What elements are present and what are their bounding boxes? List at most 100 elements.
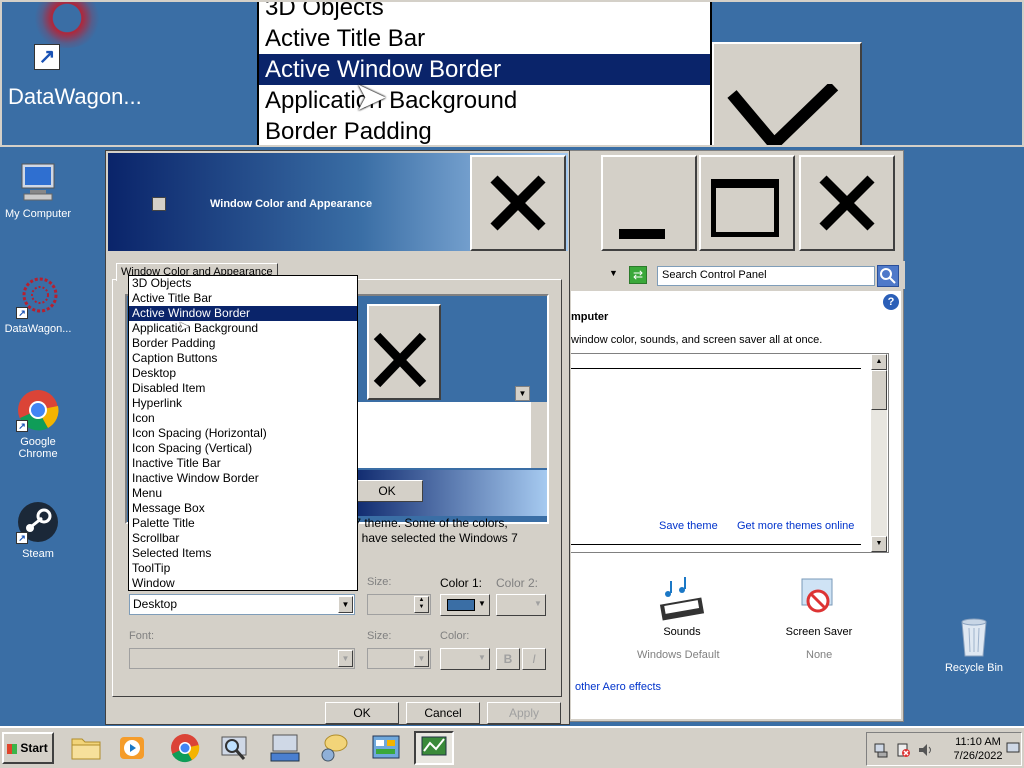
system-tray: 11:10 AM 7/26/2022	[866, 732, 1022, 766]
color1-swatch	[447, 599, 475, 611]
taskbar-keyboard-button[interactable]	[265, 731, 305, 765]
aero-effects-link[interactable]: other Aero effects	[575, 681, 661, 693]
desktop-icon-my-computer[interactable]: My Computer	[0, 160, 76, 220]
close-button[interactable]	[799, 155, 895, 251]
desktop-icon-datawagon[interactable]: ↗ DataWagon...	[0, 275, 76, 335]
start-label: Start	[20, 741, 48, 755]
desktop-icon-recycle-bin[interactable]: Recycle Bin	[936, 614, 1012, 674]
recycle-bin-icon	[952, 614, 996, 658]
desktop-icon-label: Recycle Bin	[944, 662, 1004, 674]
dropdown-option[interactable]: Desktop	[129, 366, 357, 381]
taskbar-search-app-button[interactable]	[214, 731, 254, 765]
dropdown-option[interactable]: Message Box	[129, 501, 357, 516]
taskbar-chrome-button[interactable]	[165, 731, 205, 765]
taskbar-narrator-button[interactable]	[314, 731, 354, 765]
on-screen-keyboard-icon	[270, 734, 300, 762]
magnified-list-item: 3D Objects	[265, 0, 384, 21]
sounds-label: Sounds	[663, 626, 701, 638]
dropdown-option[interactable]: Active Title Bar	[129, 291, 357, 306]
magnified-list-item: Application Background	[265, 87, 518, 114]
dropdown-option[interactable]: Window	[129, 576, 357, 591]
item-select[interactable]: Desktop ▼	[129, 594, 355, 615]
show-desktop-button[interactable]	[1006, 734, 1020, 762]
start-button[interactable]: Start	[2, 732, 54, 764]
network-icon[interactable]	[873, 742, 889, 758]
font-color-picker: ▼	[440, 648, 490, 670]
magnified-item-list: 3D Objects Active Title Bar Active Windo…	[257, 0, 712, 145]
computer-icon	[16, 160, 60, 204]
address-dropdown-arrow-icon[interactable]: ▼	[609, 268, 618, 278]
dropdown-option[interactable]: Icon	[129, 411, 357, 426]
maximize-button[interactable]	[699, 155, 795, 251]
dropdown-option[interactable]: Palette Title	[129, 516, 357, 531]
refresh-button[interactable]: ⇄	[629, 266, 647, 284]
dropdown-option-selected[interactable]: Active Window Border	[129, 306, 357, 321]
page-subtitle: window color, sounds, and screen saver a…	[571, 334, 823, 346]
bold-button: B	[496, 648, 520, 670]
desktop-icon-google-chrome[interactable]: ↗ Google Chrome	[0, 388, 76, 460]
italic-button: I	[522, 648, 546, 670]
dropdown-option[interactable]: 3D Objects	[129, 276, 357, 291]
windows-logo-icon	[7, 743, 17, 754]
ok-button[interactable]: OK	[325, 702, 399, 724]
chevron-down-icon: ▼	[478, 599, 486, 608]
search-input[interactable]: Search Control Panel	[657, 266, 875, 286]
chevron-down-icon: ▼	[338, 650, 353, 667]
cancel-button[interactable]: Cancel	[406, 702, 480, 724]
dropdown-option[interactable]: Caption Buttons	[129, 351, 357, 366]
dropdown-option[interactable]: Disabled Item	[129, 381, 357, 396]
taskbar-media-player-button[interactable]	[112, 731, 152, 765]
control-panel-content: ? mputer window color, sounds, and scree…	[571, 291, 901, 719]
minimize-button[interactable]	[601, 155, 697, 251]
folder-icon	[71, 738, 101, 760]
item-select-value: Desktop	[133, 597, 178, 611]
dropdown-option[interactable]: Scrollbar	[129, 531, 357, 546]
sounds-item[interactable]: Sounds	[647, 575, 717, 638]
dropdown-option[interactable]: Icon Spacing (Vertical)	[129, 441, 357, 456]
desktop-icon-label: DataWagon...	[4, 323, 72, 335]
vertical-scrollbar[interactable]: ▲ ▼	[871, 354, 887, 552]
desktop-icon-label: My Computer	[4, 208, 72, 220]
dropdown-option[interactable]: Menu	[129, 486, 357, 501]
color1-picker[interactable]: ▼	[440, 594, 490, 616]
dropdown-option[interactable]: Inactive Window Border	[129, 471, 357, 486]
get-more-themes-link[interactable]: Get more themes online	[737, 520, 854, 532]
font-select: ▼	[129, 648, 355, 669]
dropdown-option[interactable]: Inactive Title Bar	[129, 456, 357, 471]
taskbar-personalization-button[interactable]	[414, 731, 454, 765]
maximize-icon	[711, 179, 779, 237]
taskbar-explorer-button[interactable]	[66, 731, 106, 765]
action-center-icon[interactable]	[895, 742, 911, 758]
theme-list: Save theme Get more themes online ▲ ▼	[571, 353, 889, 553]
scroll-thumb[interactable]	[871, 370, 887, 410]
item-dropdown-list[interactable]: 3D Objects Active Title Bar Active Windo…	[128, 275, 358, 591]
scroll-down-button[interactable]: ▼	[871, 536, 887, 552]
dropdown-option[interactable]: Application Background	[129, 321, 357, 336]
desktop-icon-steam[interactable]: ↗ Steam	[0, 500, 76, 560]
font-label: Font:	[129, 630, 155, 642]
chevron-down-icon: ▼	[478, 653, 486, 662]
search-button[interactable]	[877, 265, 899, 287]
datawagon-logo-icon	[32, 2, 102, 48]
dropdown-option[interactable]: Selected Items	[129, 546, 357, 561]
preview-close-button	[367, 304, 441, 400]
dropdown-option[interactable]: Hyperlink	[129, 396, 357, 411]
scroll-up-button[interactable]: ▲	[871, 354, 887, 370]
chevron-down-icon[interactable]: ▼	[338, 596, 353, 613]
volume-icon[interactable]	[917, 742, 933, 758]
save-theme-link[interactable]: Save theme	[659, 520, 718, 532]
screen-saver-item[interactable]: Screen Saver	[783, 575, 855, 638]
theme-divider	[571, 544, 861, 545]
magnified-cursor-icon: ➤	[354, 75, 388, 119]
speech-bubble-icon	[321, 734, 348, 762]
dropdown-option[interactable]: Icon Spacing (Horizontal)	[129, 426, 357, 441]
help-icon[interactable]: ?	[883, 294, 899, 310]
dropdown-option[interactable]: ToolTip	[129, 561, 357, 576]
taskbar-control-panel-button[interactable]	[366, 731, 406, 765]
dialog-close-button[interactable]	[470, 155, 566, 251]
mouse-cursor-icon: ➤	[178, 318, 190, 334]
dialog-title: Window Color and Appearance	[210, 198, 373, 210]
chrome-icon: ↗	[16, 388, 60, 432]
dropdown-option[interactable]: Border Padding	[129, 336, 357, 351]
datawagon-icon: ↗	[16, 275, 60, 319]
